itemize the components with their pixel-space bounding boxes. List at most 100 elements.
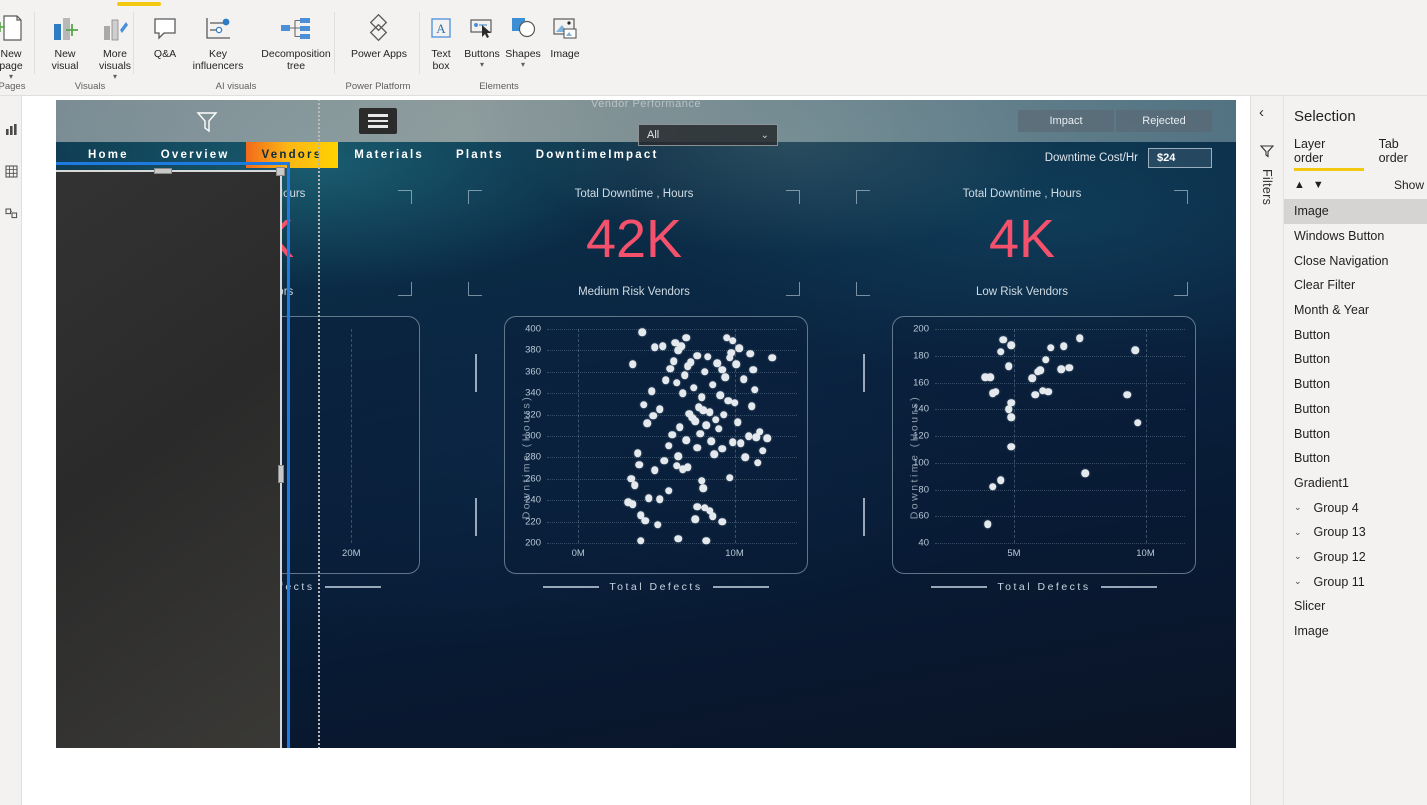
chevron-left-icon[interactable]: ‹: [1259, 104, 1264, 121]
scatter-panel-low-risk[interactable]: Downtime (Hours) 40 60 80 100 120 140 160 180 20…: [848, 316, 1196, 598]
scatter-point[interactable]: [1075, 334, 1084, 343]
scatter-point[interactable]: [1028, 374, 1037, 383]
layer-row[interactable]: Button: [1284, 322, 1427, 347]
scatter-point[interactable]: [718, 365, 726, 374]
scatter-point[interactable]: [679, 465, 687, 473]
scatter-point[interactable]: [747, 402, 756, 410]
scatter-point[interactable]: [741, 453, 750, 462]
scatter-point[interactable]: [768, 354, 776, 362]
scatter-point[interactable]: [674, 452, 682, 461]
decomposition-tree-button[interactable]: Decomposition tree: [254, 10, 338, 72]
layer-row[interactable]: Image: [1284, 199, 1427, 224]
scatter-point[interactable]: [999, 335, 1008, 344]
scatter-point[interactable]: [638, 328, 647, 336]
scatter-point[interactable]: [1007, 442, 1016, 451]
text-box-button[interactable]: A Text box: [420, 10, 462, 72]
nav-tab-home[interactable]: Home: [72, 142, 145, 168]
scatter-point[interactable]: [651, 466, 659, 474]
scatter-point[interactable]: [1131, 346, 1139, 355]
layer-row[interactable]: ⌄ Group 11: [1284, 569, 1427, 594]
chevron-down-icon[interactable]: ⌄: [1294, 551, 1302, 562]
scatter-point[interactable]: [682, 333, 690, 342]
scatter-point[interactable]: [758, 447, 767, 455]
scatter-point[interactable]: [708, 380, 717, 389]
layer-row[interactable]: Button: [1284, 421, 1427, 446]
scatter-point[interactable]: [1081, 469, 1089, 478]
scatter-point[interactable]: [719, 410, 728, 419]
scatter-point[interactable]: [654, 521, 662, 529]
scatter-point[interactable]: [691, 515, 700, 524]
key-influencers-button[interactable]: Key influencers: [184, 10, 252, 72]
scatter-point[interactable]: [1041, 356, 1050, 364]
arrow-up-icon[interactable]: ▲: [1294, 179, 1305, 191]
report-view-icon[interactable]: [0, 114, 22, 144]
scatter-panel-medium-risk[interactable]: Downtime (Hours) 200 220 240 260 280 300 320 34…: [460, 316, 808, 598]
arrow-down-icon[interactable]: ▼: [1313, 179, 1324, 191]
scatter-point[interactable]: [690, 384, 698, 392]
scatter-point[interactable]: [749, 365, 757, 374]
scatter-point[interactable]: [693, 502, 701, 511]
scatter-point[interactable]: [665, 486, 673, 495]
scatter-point[interactable]: [754, 459, 762, 467]
report-canvas[interactable]: Vendor Performance All ⌄ Impact Rejected…: [56, 100, 1236, 748]
layer-row[interactable]: Slicer: [1284, 594, 1427, 619]
scatter-point[interactable]: [655, 405, 664, 413]
scatter-point[interactable]: [746, 349, 754, 358]
scatter-point[interactable]: [729, 337, 737, 345]
scatter-point[interactable]: [696, 430, 704, 438]
scatter-point[interactable]: [740, 375, 748, 384]
scatter-point[interactable]: [1007, 413, 1016, 422]
scatter-point[interactable]: [1007, 341, 1016, 349]
scatter-point[interactable]: [1044, 388, 1052, 396]
scatter-point[interactable]: [680, 371, 689, 379]
scatter-point[interactable]: [641, 516, 650, 525]
scatter-point[interactable]: [733, 418, 742, 426]
layer-row[interactable]: ⌄ Group 13: [1284, 520, 1427, 545]
scatter-point[interactable]: [989, 483, 997, 491]
scatter-point[interactable]: [1057, 365, 1066, 373]
tab-layer-order[interactable]: Layer order: [1294, 137, 1353, 171]
scatter-point[interactable]: [629, 360, 637, 369]
scatter-point[interactable]: [997, 347, 1005, 356]
scatter-point[interactable]: [1031, 390, 1039, 399]
scatter-point[interactable]: [699, 484, 707, 493]
scatter-point[interactable]: [752, 433, 761, 441]
scatter-point[interactable]: [1133, 418, 1142, 427]
image-button[interactable]: Image: [544, 10, 586, 60]
selected-image-object[interactable]: [56, 167, 285, 748]
chevron-down-icon[interactable]: ⌄: [1294, 576, 1302, 587]
layer-row[interactable]: Image: [1284, 619, 1427, 644]
scatter-point[interactable]: [682, 436, 690, 445]
scatter-point[interactable]: [629, 500, 637, 509]
scatter-point[interactable]: [702, 537, 711, 545]
scatter-point[interactable]: [735, 344, 743, 352]
scatter-point[interactable]: [643, 419, 651, 427]
scatter-point[interactable]: [716, 391, 725, 400]
scatter-point[interactable]: [726, 473, 734, 482]
scatter-point[interactable]: [655, 495, 664, 503]
scatter-point[interactable]: [676, 423, 684, 432]
scatter-point[interactable]: [1065, 364, 1073, 372]
scatter-point[interactable]: [660, 456, 668, 465]
layer-row[interactable]: Button: [1284, 347, 1427, 372]
scatter-point[interactable]: [1060, 342, 1068, 351]
layer-row[interactable]: Clear Filter: [1284, 273, 1427, 298]
scatter-point[interactable]: [651, 343, 659, 351]
nav-tab-overview[interactable]: Overview: [145, 142, 246, 168]
chevron-down-icon[interactable]: ▾: [460, 60, 504, 69]
scatter-point[interactable]: [708, 512, 717, 520]
scatter-point[interactable]: [683, 362, 692, 371]
scatter-point[interactable]: [983, 520, 992, 529]
model-view-icon[interactable]: [0, 198, 22, 228]
scatter-point[interactable]: [649, 411, 657, 420]
scatter-point[interactable]: [997, 476, 1005, 484]
tab-rejected[interactable]: Rejected: [1116, 110, 1212, 132]
scatter-point[interactable]: [730, 399, 739, 407]
scatter-point[interactable]: [669, 357, 678, 365]
layer-row[interactable]: Button: [1284, 397, 1427, 422]
scatter-point[interactable]: [712, 416, 720, 424]
resize-handle-top[interactable]: [154, 168, 172, 174]
hamburger-menu-icon[interactable]: [359, 108, 397, 134]
scatter-point[interactable]: [718, 445, 726, 453]
scatter-point[interactable]: [1004, 405, 1013, 413]
